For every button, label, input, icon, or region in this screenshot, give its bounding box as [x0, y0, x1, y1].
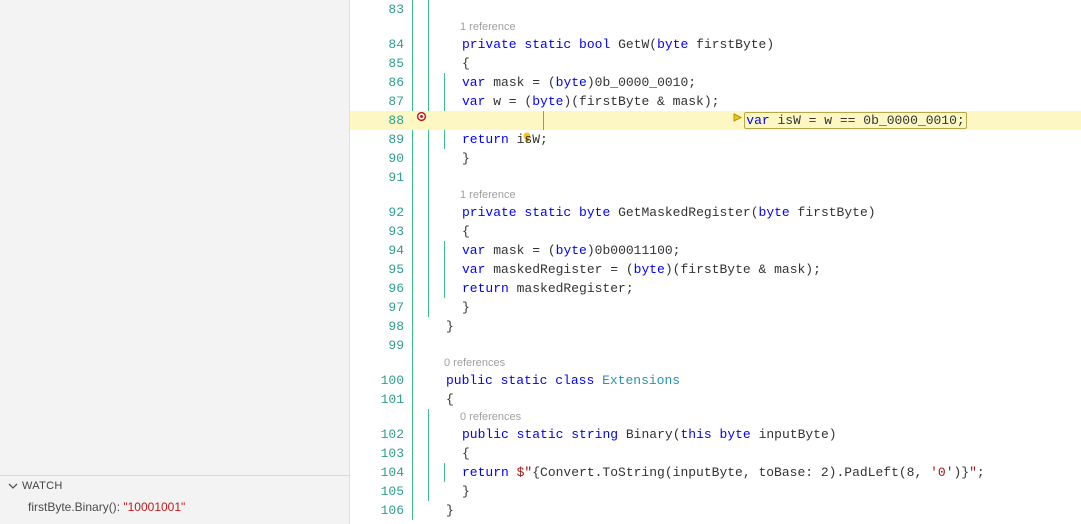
line-number: 103: [366, 444, 412, 463]
line-number: 95: [366, 260, 412, 279]
line-number: 86: [366, 73, 412, 92]
line-number: 83: [366, 0, 412, 19]
watch-value: "10001001": [123, 500, 185, 514]
line-number: 97: [366, 298, 412, 317]
debug-sidebar: WATCH firstByte.Binary(): "10001001": [0, 0, 350, 524]
code-line[interactable]: 101 {: [350, 390, 1081, 409]
codelens-text[interactable]: 1 reference: [460, 187, 516, 203]
code-line[interactable]: 92 private static byte GetMaskedRegister…: [350, 203, 1081, 222]
line-number: 92: [366, 203, 412, 222]
codelens[interactable]: 1 reference: [350, 187, 1081, 203]
code-text: var isW = w == 0b_0000_0010;: [559, 73, 967, 168]
code-line[interactable]: 97 }: [350, 298, 1081, 317]
line-number: 98: [366, 317, 412, 336]
code-line[interactable]: 106 }: [350, 501, 1081, 520]
code-text: }: [444, 501, 454, 520]
codelens-text[interactable]: 0 references: [460, 409, 521, 425]
code-line[interactable]: 95 var maskedRegister = (byte)(firstByte…: [350, 260, 1081, 279]
code-text: var maskedRegister = (byte)(firstByte & …: [460, 260, 821, 279]
code-line[interactable]: 98 }: [350, 317, 1081, 336]
line-number: 104: [366, 463, 412, 482]
code-text: private static bool GetW(byte firstByte): [460, 35, 774, 54]
line-number: 84: [366, 35, 412, 54]
codelens[interactable]: 1 reference: [350, 19, 1081, 35]
line-number: 90: [366, 149, 412, 168]
chevron-down-icon: [8, 481, 18, 491]
watch-item[interactable]: firstByte.Binary(): "10001001": [28, 500, 341, 514]
code-editor[interactable]: 83 1 reference 84 private static bool Ge…: [350, 0, 1081, 524]
code-text: public static string Binary(this byte in…: [460, 425, 837, 444]
code-line[interactable]: 96 return maskedRegister;: [350, 279, 1081, 298]
code-text: public static class Extensions: [444, 371, 680, 390]
codelens-text[interactable]: 1 reference: [460, 19, 516, 35]
code-line[interactable]: 83: [350, 0, 1081, 19]
watch-title: WATCH: [22, 480, 63, 492]
watch-body: firstByte.Binary(): "10001001": [0, 496, 349, 524]
code-text: return isW;: [460, 130, 548, 149]
line-number: 87: [366, 92, 412, 111]
breakpoint-icon[interactable]: [350, 92, 366, 149]
code-text: private static byte GetMaskedRegister(by…: [460, 203, 876, 222]
code-line[interactable]: 105 }: [350, 482, 1081, 501]
code-text: return maskedRegister;: [460, 279, 634, 298]
code-text: {: [444, 390, 454, 409]
code-line[interactable]: 102 public static string Binary(this byt…: [350, 425, 1081, 444]
codelens[interactable]: 0 references: [350, 409, 1081, 425]
code-text: }: [460, 149, 470, 168]
watch-header[interactable]: WATCH: [0, 476, 349, 496]
codelens-text[interactable]: 0 references: [444, 355, 505, 371]
code-line[interactable]: 94 var mask = (byte)0b00011100;: [350, 241, 1081, 260]
line-number: 89: [366, 130, 412, 149]
line-number: 105: [366, 482, 412, 501]
code-line[interactable]: 100 public static class Extensions: [350, 371, 1081, 390]
code-line[interactable]: 84 private static bool GetW(byte firstBy…: [350, 35, 1081, 54]
code-text: {: [460, 444, 470, 463]
line-number: 94: [366, 241, 412, 260]
code-line[interactable]: 85 {: [350, 54, 1081, 73]
code-text: return $"{Convert.ToString(inputByte, to…: [460, 463, 985, 482]
code-text: {: [460, 222, 470, 241]
line-number: 101: [366, 390, 412, 409]
code-text: }: [444, 317, 454, 336]
code-text: }: [460, 482, 470, 501]
current-exec-line[interactable]: 88 var isW = w == 0b_0000_0010;: [350, 111, 1081, 130]
line-number: 91: [366, 168, 412, 187]
line-number: 93: [366, 222, 412, 241]
code-line[interactable]: 104 return $"{Convert.ToString(inputByte…: [350, 463, 1081, 482]
line-number: 96: [366, 279, 412, 298]
sidebar-spacer: [0, 0, 349, 475]
line-number: 99: [366, 336, 412, 355]
watch-expression: firstByte.Binary(): [28, 500, 117, 514]
line-number: 88: [366, 111, 412, 130]
code-text: }: [460, 298, 470, 317]
code-line[interactable]: 91: [350, 168, 1081, 187]
code-view: 83 1 reference 84 private static bool Ge…: [350, 0, 1081, 524]
code-line[interactable]: 93 {: [350, 222, 1081, 241]
line-number: 85: [366, 54, 412, 73]
lightbulb-icon[interactable]: [427, 111, 533, 130]
root: WATCH firstByte.Binary(): "10001001" 83: [0, 0, 1081, 524]
watch-panel: WATCH firstByte.Binary(): "10001001": [0, 475, 349, 524]
code-text: var mask = (byte)0b00011100;: [460, 241, 680, 260]
code-line[interactable]: 99: [350, 336, 1081, 355]
line-number: 106: [366, 501, 412, 520]
code-text: {: [460, 54, 470, 73]
code-line[interactable]: 103 {: [350, 444, 1081, 463]
line-number: 102: [366, 425, 412, 444]
codelens[interactable]: 0 references: [350, 355, 1081, 371]
line-number: 100: [366, 371, 412, 390]
execution-pointer-icon: [639, 92, 746, 149]
